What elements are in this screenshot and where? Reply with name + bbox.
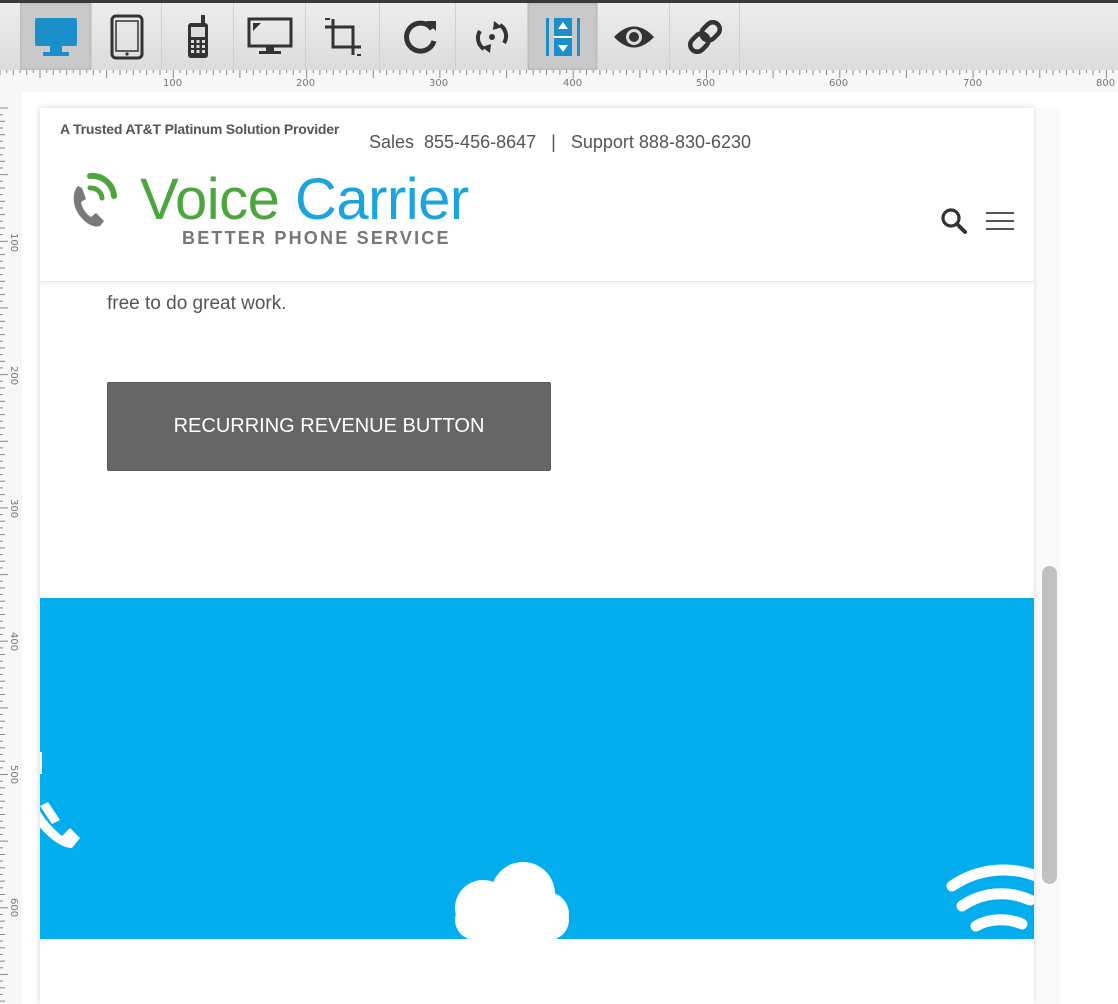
rotate-button[interactable] — [456, 3, 528, 70]
wifi-icon — [946, 864, 1034, 932]
site-header: A Trusted AT&T Platinum Solution Provide… — [40, 108, 1034, 282]
recurring-revenue-button[interactable]: RECURRING REVENUE BUTTON — [107, 382, 551, 471]
preview-frame: A Trusted AT&T Platinum Solution Provide… — [40, 108, 1034, 1004]
search-icon[interactable] — [940, 207, 968, 235]
desktop-view-icon — [34, 17, 77, 56]
logo-word-voice: Voice — [140, 167, 280, 232]
crop-icon — [324, 17, 361, 56]
toolbar — [0, 0, 1118, 70]
contact-numbers: Sales 855-456-8647 | Support 888-830-623… — [369, 132, 751, 153]
ruler-label: 500 — [8, 765, 19, 785]
ruler-label: 400 — [8, 632, 19, 652]
preview-button[interactable] — [598, 3, 670, 70]
ruler-label: 100 — [8, 233, 19, 253]
phone-view-button[interactable] — [162, 3, 234, 70]
logo-wordmark: Voice Carrier — [140, 166, 469, 234]
ruler-label: 100 — [163, 78, 183, 89]
phone-logo-icon — [73, 172, 117, 227]
ruler-label: 700 — [963, 78, 983, 89]
refresh-button[interactable] — [384, 3, 456, 70]
support-phone-link[interactable]: Support 888-830-6230 — [571, 132, 751, 152]
ruler-label: 400 — [563, 78, 583, 89]
voice-carrier-logo[interactable]: Voice Carrier BETTER PHONE SERVICE — [64, 166, 504, 252]
rotate-icon — [475, 20, 508, 53]
body-text: free to do great work. — [107, 293, 287, 314]
ruler-label: 500 — [696, 78, 716, 89]
phone-icon — [40, 752, 80, 848]
desktop-view-button[interactable] — [20, 3, 92, 70]
ruler-label: 200 — [8, 366, 19, 386]
fit-height-icon — [545, 17, 580, 56]
ruler-label: 800 — [1096, 78, 1116, 89]
scrollbar-thumb[interactable] — [1042, 566, 1057, 884]
horizontal-ruler: 100 200 300 400 500 600 700 800 — [0, 70, 1118, 92]
ruler-label: 300 — [8, 499, 19, 519]
ruler-label: 600 — [8, 898, 19, 918]
preview-eye-icon — [613, 26, 654, 47]
vertical-ruler: 100 200 300 400 500 600 — [0, 92, 22, 1004]
link-button[interactable] — [670, 3, 740, 70]
tagline: A Trusted AT&T Platinum Solution Provide… — [60, 121, 340, 137]
cloud-icon — [455, 862, 569, 939]
feature-icons-band — [40, 598, 1034, 939]
phone-view-icon — [187, 14, 208, 58]
ruler-label: 600 — [829, 78, 849, 89]
link-icon — [687, 19, 722, 54]
monitor-view-button[interactable] — [234, 3, 306, 70]
ruler-label: 200 — [296, 78, 316, 89]
refresh-icon — [403, 20, 436, 54]
tablet-view-button[interactable] — [92, 3, 162, 70]
monitor-view-icon — [247, 17, 292, 54]
logo-word-carrier: Carrier — [295, 167, 469, 232]
hamburger-menu-icon[interactable] — [986, 209, 1014, 233]
crop-button[interactable] — [306, 3, 380, 70]
sales-phone-link[interactable]: Sales 855-456-8647 — [369, 132, 536, 152]
fit-height-button[interactable] — [528, 3, 598, 70]
logo-subtitle: BETTER PHONE SERVICE — [182, 228, 451, 248]
tablet-view-icon — [110, 14, 143, 59]
ruler-label: 300 — [429, 78, 449, 89]
